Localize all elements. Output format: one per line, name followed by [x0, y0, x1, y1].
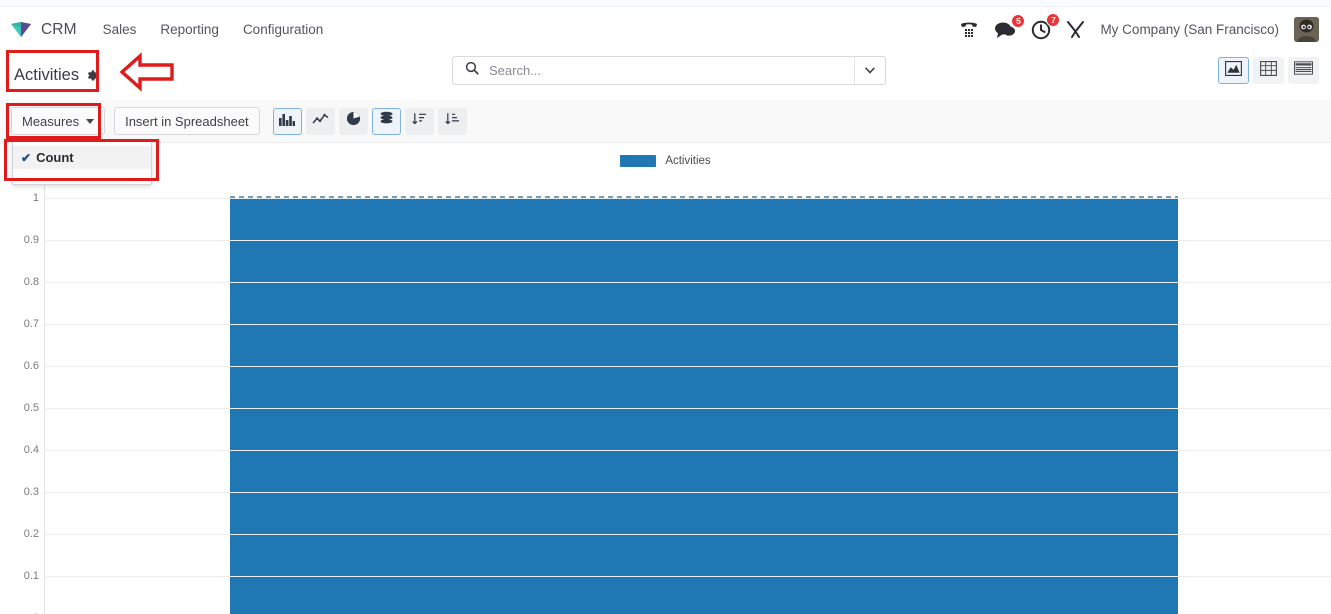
avatar[interactable] — [1294, 17, 1319, 42]
stacked-button[interactable] — [371, 107, 401, 135]
chart-type-group — [272, 107, 467, 135]
grid-line — [44, 576, 1331, 577]
systray: 5 7 My Company (San Francisco) — [959, 12, 1319, 42]
line-chart-button[interactable] — [305, 107, 335, 135]
pie-chart-icon — [346, 111, 361, 131]
dropdown-spacer — [13, 169, 151, 178]
y-axis-tick: 1 — [32, 192, 39, 204]
y-axis-tick-labels: 00.10.20.30.40.50.60.70.80.91 — [22, 176, 39, 614]
graph-area-icon — [1225, 60, 1242, 81]
grid-line — [44, 198, 1331, 199]
graph-view: Activities 00.10.20.30.40.50.60.70.80.91… — [0, 143, 1331, 614]
legend-label: Activities — [665, 155, 711, 167]
grid-line — [44, 534, 1331, 535]
list-view-button[interactable] — [1288, 57, 1319, 84]
page-title: Activities — [14, 65, 80, 84]
search-input[interactable] — [489, 63, 854, 78]
bar-activities-october-2023[interactable] — [230, 196, 1178, 614]
bar-chart-button[interactable] — [272, 107, 302, 135]
insert-in-spreadsheet-label: Insert in Spreadsheet — [125, 113, 249, 129]
line-chart-icon — [312, 112, 329, 131]
check-icon: ✔ — [21, 150, 32, 165]
stacked-database-icon — [379, 111, 394, 131]
grid-line — [44, 366, 1331, 367]
measures-dropdown-menu: ✔ Count — [12, 141, 152, 185]
messages-icon[interactable]: 5 — [994, 13, 1026, 39]
menu-item-configuration[interactable]: Configuration — [243, 22, 323, 37]
browser-chrome-strip — [0, 0, 1331, 7]
menu-item-sales[interactable]: Sales — [103, 22, 137, 37]
grid-line — [44, 240, 1331, 241]
search-dropdown-toggle[interactable] — [854, 57, 885, 84]
activities-clock-icon[interactable]: 7 — [1031, 12, 1061, 40]
main-menu: Sales Reporting Configuration — [103, 22, 324, 37]
graph-toolbar: Measures Insert in Spreadsheet — [0, 100, 1331, 143]
company-name[interactable]: My Company (San Francisco) — [1100, 22, 1279, 37]
odoo-gem-icon — [10, 21, 32, 38]
grid-line — [44, 324, 1331, 325]
y-axis-tick: 0.4 — [23, 444, 39, 456]
menu-item-reporting[interactable]: Reporting — [160, 22, 219, 37]
measure-item-label: Count — [36, 150, 74, 165]
sort-ascending-button[interactable] — [437, 107, 467, 135]
activities-badge: 7 — [1046, 12, 1061, 27]
y-axis-tick: 0.5 — [23, 402, 39, 414]
pie-chart-button[interactable] — [338, 107, 368, 135]
measures-button[interactable]: Measures — [11, 107, 106, 135]
y-axis-tick: 0.7 — [23, 318, 39, 330]
chart-legend: Activities — [0, 155, 1331, 167]
graph-view-button[interactable] — [1218, 57, 1249, 84]
sort-descending-button[interactable] — [404, 107, 434, 135]
messages-badge: 5 — [1011, 13, 1026, 28]
y-axis-tick: 0.9 — [23, 234, 39, 246]
measures-button-label: Measures — [22, 113, 80, 129]
sort-desc-icon — [411, 112, 427, 131]
grid-line — [44, 450, 1331, 451]
phone-dialpad-icon[interactable] — [959, 20, 979, 39]
list-icon — [1294, 61, 1313, 80]
legend-swatch — [620, 155, 657, 167]
chart-plot-area: 00.10.20.30.40.50.60.70.80.91 October 20… — [22, 176, 1331, 614]
measure-item-count[interactable]: ✔ Count — [13, 146, 151, 169]
grid-line — [44, 408, 1331, 409]
grid-line — [44, 282, 1331, 283]
navbar: CRM Sales Reporting Configuration 5 7 My… — [0, 7, 1331, 52]
search-icon — [465, 61, 479, 80]
y-axis-tick: 0.1 — [23, 570, 39, 582]
pivot-view-button[interactable] — [1253, 57, 1284, 84]
pivot-table-icon — [1260, 60, 1277, 81]
chevron-down-icon — [86, 118, 95, 124]
chart-grid — [44, 176, 1331, 614]
view-switcher — [1218, 57, 1319, 84]
bar-chart-icon — [279, 112, 296, 131]
sort-asc-icon — [444, 112, 460, 131]
y-axis-line — [44, 176, 45, 614]
tools-icon[interactable] — [1066, 20, 1085, 39]
search-bar[interactable] — [452, 56, 886, 85]
y-axis-tick: 0.3 — [23, 486, 39, 498]
y-axis-tick: 0.2 — [23, 528, 39, 540]
breadcrumb[interactable]: Activities — [14, 66, 99, 85]
app-name: CRM — [41, 20, 77, 38]
gear-icon[interactable] — [86, 69, 99, 82]
y-axis-tick: 0.6 — [23, 360, 39, 372]
insert-in-spreadsheet-button[interactable]: Insert in Spreadsheet — [114, 107, 260, 135]
y-axis-tick: 0.8 — [23, 276, 39, 288]
app-brand[interactable]: CRM — [10, 21, 77, 39]
grid-line — [44, 492, 1331, 493]
